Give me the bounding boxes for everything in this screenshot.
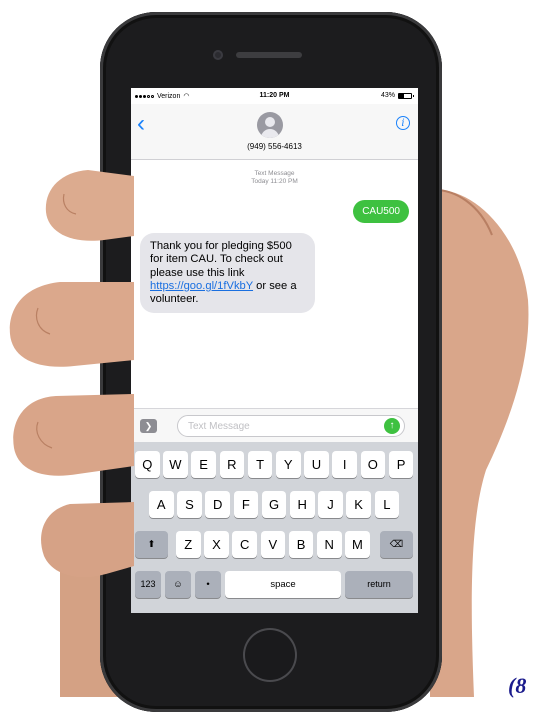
info-icon[interactable]: i	[396, 116, 410, 130]
key-i[interactable]: I	[332, 451, 357, 478]
corner-text: (8	[508, 673, 527, 698]
key-f[interactable]: F	[233, 491, 259, 518]
phone-screen: Verizon ◠ 11:20 PM 43% ‹ (949) 556-4613 …	[131, 88, 418, 613]
space-key[interactable]: space	[225, 571, 341, 598]
home-button[interactable]	[243, 628, 297, 682]
message-input[interactable]	[177, 415, 405, 437]
numbers-key[interactable]: 123	[135, 571, 161, 598]
battery-percent: 43%	[380, 92, 395, 99]
key-k[interactable]: K	[346, 491, 371, 518]
status-time: 11:20 PM	[259, 92, 290, 99]
key-g[interactable]: G	[261, 491, 287, 518]
message-text: Thank you for pledging $500 for item CAU…	[150, 240, 292, 279]
key-x[interactable]: X	[204, 531, 229, 558]
key-l[interactable]: L	[374, 491, 400, 518]
key-d[interactable]: D	[205, 491, 230, 518]
key-j[interactable]: J	[318, 491, 343, 518]
key-b[interactable]: B	[288, 531, 314, 558]
key-t[interactable]: T	[247, 451, 273, 478]
status-bar: Verizon ◠ 11:20 PM 43%	[131, 88, 418, 104]
front-camera-icon	[213, 50, 223, 60]
key-h[interactable]: H	[290, 491, 315, 518]
key-z[interactable]: Z	[176, 531, 201, 558]
return-key[interactable]: return	[345, 571, 413, 598]
key-w[interactable]: W	[163, 451, 188, 478]
conversation-header: ‹ (949) 556-4613 i	[131, 104, 418, 160]
outgoing-message-bubble: CAU500	[353, 200, 409, 223]
apps-chevron-icon[interactable]: ❯	[140, 419, 157, 433]
thread-meta-type: Text Message	[254, 170, 295, 177]
keyboard: Q W E R T Y U I O P A S D F G H J K L ⬆ Z X C V B N M ⌫ 123 ☺ • space re…	[131, 442, 418, 613]
key-r[interactable]: R	[219, 451, 245, 478]
key-m[interactable]: M	[345, 531, 370, 558]
thread-meta-time: Today 11:20 PM	[251, 178, 298, 185]
chevron-left-icon[interactable]: ‹	[137, 112, 155, 138]
delete-icon[interactable]: ⌫	[380, 531, 413, 558]
key-a[interactable]: A	[149, 491, 174, 518]
send-arrow-icon[interactable]: ↑	[384, 418, 400, 434]
message-link[interactable]: https://goo.gl/1fVkbY	[150, 280, 253, 292]
message-composer: ❯ ↑	[131, 408, 418, 443]
earpiece-speaker	[236, 52, 302, 58]
emoji-icon[interactable]: ☺	[165, 571, 191, 598]
key-u[interactable]: U	[304, 451, 329, 478]
battery-icon	[398, 92, 414, 99]
shift-icon[interactable]: ⬆	[135, 531, 168, 558]
thread-timestamp: Text Message Today 11:20 PM	[131, 170, 418, 186]
key-e[interactable]: E	[191, 451, 216, 478]
microphone-icon[interactable]: •	[195, 571, 221, 598]
key-p[interactable]: P	[388, 451, 414, 478]
key-s[interactable]: S	[177, 491, 202, 518]
incoming-message-bubble: Thank you for pledging $500 for item CAU…	[140, 233, 315, 314]
key-n[interactable]: N	[317, 531, 342, 558]
key-o[interactable]: O	[360, 451, 386, 478]
key-y[interactable]: Y	[276, 451, 301, 478]
key-q[interactable]: Q	[135, 451, 160, 478]
contact-phone-number[interactable]: (949) 556-4613	[131, 142, 418, 151]
key-v[interactable]: V	[260, 531, 286, 558]
key-c[interactable]: C	[232, 531, 257, 558]
contact-avatar-icon[interactable]	[257, 112, 283, 138]
